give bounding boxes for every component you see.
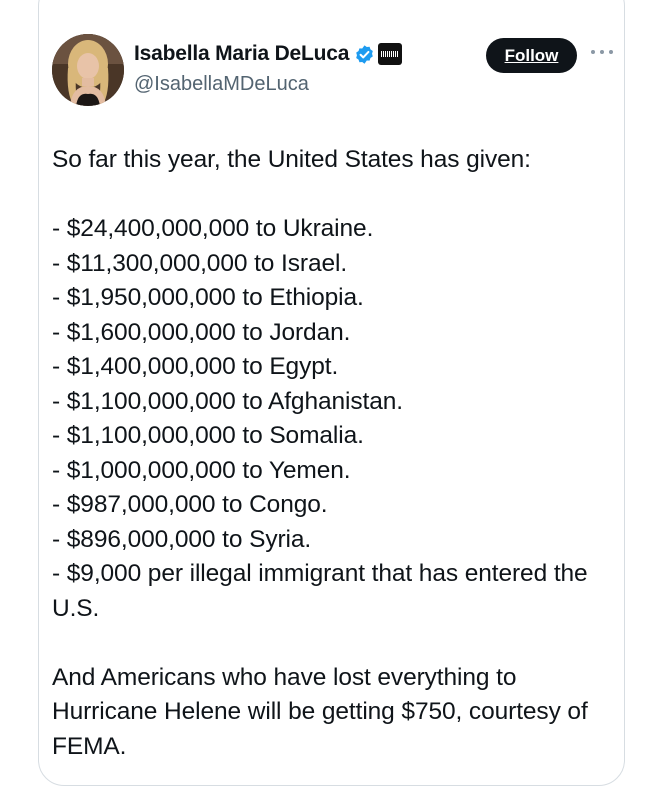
display-name[interactable]: Isabella Maria DeLuca bbox=[134, 42, 349, 66]
author-name-row[interactable]: Isabella Maria DeLuca bbox=[134, 40, 403, 68]
list-item: - $1,000,000,000 to Yemen. bbox=[52, 456, 351, 484]
list-item: - $1,100,000,000 to Somalia. bbox=[52, 422, 364, 449]
author-handle[interactable]: @IsabellaMDeLuca bbox=[134, 73, 309, 96]
aid-list: - $24,400,000,000 to Ukraine. - $11,300,… bbox=[52, 212, 612, 626]
tweet-intro: So far this year, the United States has … bbox=[52, 146, 531, 173]
avatar-photo bbox=[52, 34, 124, 106]
tweet-text: So far this year, the United States has … bbox=[52, 143, 612, 764]
follow-button[interactable]: Follow bbox=[486, 38, 577, 73]
tweet-closing: And Americans who have lost everything t… bbox=[52, 663, 588, 760]
list-item: - $987,000,000 to Congo. bbox=[52, 491, 328, 518]
verified-badge-icon bbox=[354, 44, 375, 65]
list-item: - $1,950,000,000 to Ethiopia. bbox=[52, 284, 364, 311]
list-item: - $1,100,000,000 to Afghanistan. bbox=[52, 387, 403, 415]
list-item: - $1,600,000,000 to Jordan. bbox=[52, 318, 351, 346]
list-item: - $896,000,000 to Syria. bbox=[52, 525, 312, 553]
list-item: - $9,000 per illegal immigrant that has … bbox=[52, 560, 588, 622]
affiliate-badge-icon[interactable] bbox=[378, 43, 403, 65]
more-dots-icon[interactable] bbox=[591, 46, 613, 58]
list-item: - $11,300,000,000 to Israel. bbox=[52, 249, 348, 277]
list-item: - $1,400,000,000 to Egypt. bbox=[52, 353, 339, 380]
list-item: - $24,400,000,000 to Ukraine. bbox=[52, 215, 374, 242]
avatar[interactable] bbox=[52, 34, 124, 106]
